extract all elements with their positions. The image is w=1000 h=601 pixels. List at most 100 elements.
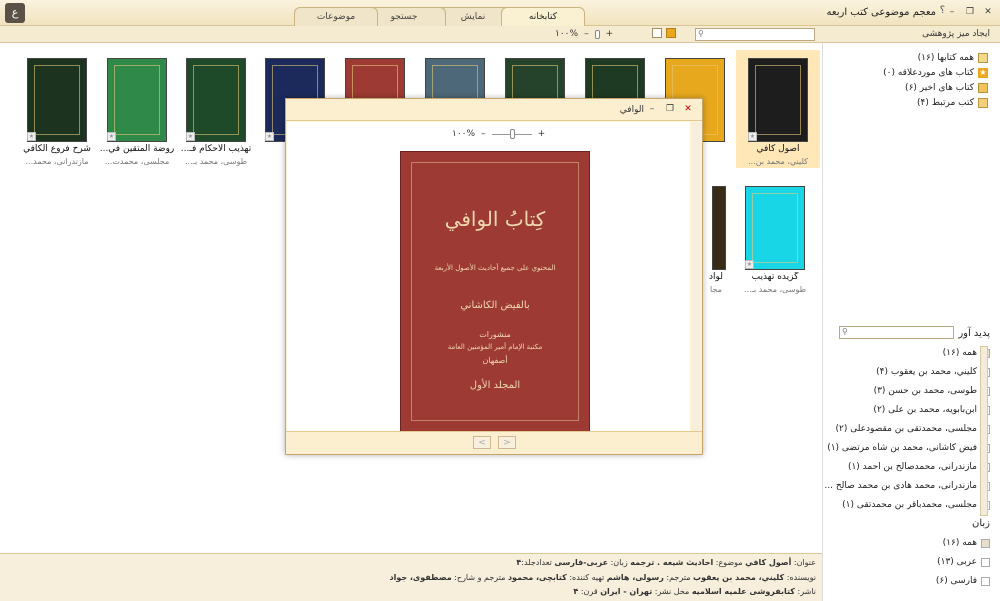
favorite-star-icon[interactable]: ★	[745, 260, 754, 269]
book-title: تهذيب الأحكام فـ...	[180, 144, 252, 154]
search-icon: ⚲	[842, 327, 848, 336]
book-item[interactable]: ★ أصول كافي كليني، محمد بن...	[736, 50, 820, 168]
dialog-close-icon[interactable]: ✕	[682, 103, 694, 115]
grid-view-icon[interactable]	[666, 28, 676, 38]
cover-publisher: مكتبة الإمام أمير المؤمنين العامة	[447, 343, 543, 351]
favorite-star-icon[interactable]: ★	[27, 132, 36, 141]
language-title: زبان	[971, 518, 990, 529]
zoom-value: ۱۰۰%	[555, 29, 579, 39]
book-cover	[712, 186, 726, 270]
search-icon: ⚲	[698, 29, 704, 38]
book-cover	[107, 58, 167, 142]
book-title: روضة المتقين في...	[99, 144, 175, 154]
author-item[interactable]: مازندرانی، محمد هادی بن محمد صالح ...	[824, 481, 990, 491]
book-title: گزيده تهذيب	[751, 272, 799, 282]
book-title: أصول كافي	[756, 144, 800, 154]
book-author: مازندرانی، محمد...	[25, 157, 89, 166]
cover-volume: المجلد الأول	[469, 380, 521, 391]
book-item[interactable]: ★ تهذيب الأحكام فـ... طوسی، محمد بـ...	[174, 50, 258, 168]
toolbar: ۱۰۰% – + ⚲ ایجاد میز پژوهشی	[0, 26, 1000, 43]
info-line-2: نویسنده: كليني، محمد بن يعقوب مترجم: رسو…	[389, 573, 816, 582]
info-line-1: عنوان: أصول كافي موضوع: احاديث شيعه . تر…	[516, 558, 816, 567]
book-item[interactable]: ★ گزيده تهذيب طوسی، محمد بـ...	[733, 178, 817, 296]
dialog-maximize-icon[interactable]: ❐	[664, 103, 676, 115]
sidebar-item-recent[interactable]: کتاب های اخیر (۶)	[905, 83, 988, 93]
sidebar-item-related[interactable]: کتب مرتبط (۴)	[917, 98, 988, 108]
favorite-star-icon[interactable]: ★	[265, 132, 274, 141]
main-tabs: کتابخانه نمایش جستجو موضوعات	[290, 7, 585, 26]
book-author: مجا	[710, 285, 722, 294]
minimize-icon[interactable]: –	[946, 6, 958, 18]
dialog-zoom-slider[interactable]	[491, 128, 532, 139]
book-item[interactable]: لواد مجا	[702, 178, 730, 296]
book-cover	[186, 58, 246, 142]
zoom-out-button[interactable]: –	[584, 29, 589, 39]
zoom-in-button[interactable]: +	[606, 29, 614, 39]
language-item[interactable]: فارسی (۶)	[936, 576, 990, 586]
dialog-zoom-value: ۱۰۰%	[452, 129, 476, 139]
language-item[interactable]: عربی (۱۳)	[937, 557, 990, 567]
author-item[interactable]: فيض كاشانی، محمد بن شاه مرتضی (۱)	[827, 443, 990, 453]
next-page-button[interactable]: >	[498, 436, 516, 449]
app-logo-icon: ع	[5, 3, 25, 23]
sidebar-item-favorites[interactable]: ★ کتاب های موردعلاقه (۰)	[883, 68, 988, 78]
title-bar: ع کتابخانه نمایش جستجو موضوعات ؟ معجم مو…	[0, 0, 1000, 26]
author-item[interactable]: كليني، محمد بن يعقوب (۴)	[876, 367, 990, 377]
favorite-star-icon[interactable]: ★	[107, 132, 116, 141]
dialog-zoom-control: ۱۰۰% – +	[452, 128, 546, 139]
book-cover	[748, 58, 808, 142]
authors-scrollbar[interactable]	[980, 346, 988, 516]
book-item[interactable]: ★ روضة المتقين في... مجلسی، محمدت...	[95, 50, 179, 168]
app-title: معجم موضوعی کتب اربعه	[826, 7, 936, 18]
dialog-zoom-in-button[interactable]: +	[538, 129, 546, 139]
close-icon[interactable]: ✕	[982, 6, 994, 18]
author-item[interactable]: مجلسی، محمدتقی بن مقصودعلی (۲)	[835, 424, 990, 434]
zoom-control: ۱۰۰% – +	[555, 29, 613, 39]
cover-subtitle: المحتوي على جميع أحاديث الأصول الأربعة	[434, 264, 556, 272]
author-item[interactable]: مازندرانی، محمدصالح بن احمد (۱)	[848, 462, 990, 472]
book-cover-image: كِتابُ الوافي المحتوي على جميع أحاديث ال…	[400, 151, 590, 432]
previous-page-button[interactable]: <	[473, 436, 491, 449]
author-item[interactable]: مجلسی، محمدباقر بن محمدتقی (۱)	[842, 500, 990, 510]
cover-city: أصفهان	[482, 356, 508, 365]
book-title: لواد	[709, 272, 723, 282]
book-author: طوسی، محمد بـ...	[184, 157, 247, 166]
book-cover	[745, 186, 805, 270]
author-item[interactable]: ابن‌بابويه، محمد بن علی (۲)	[873, 405, 990, 415]
dialog-zoom-handle[interactable]	[509, 128, 515, 139]
dialog-title-bar: الوافي – ❐ ✕	[286, 99, 702, 121]
favorite-star-icon[interactable]: ★	[748, 132, 757, 141]
help-icon[interactable]: ؟	[940, 5, 945, 16]
dialog-minimize-icon[interactable]: –	[646, 103, 658, 115]
list-view-icon[interactable]	[652, 28, 662, 38]
library-search-input[interactable]: ⚲	[695, 28, 815, 41]
book-cover	[27, 58, 87, 142]
book-preview-dialog: الوافي – ❐ ✕ ۱۰۰% – + كِتابُ الوافي المح…	[285, 98, 703, 455]
dialog-scrollbar[interactable]	[691, 122, 701, 431]
dialog-zoom-out-button[interactable]: –	[481, 129, 486, 139]
restore-icon[interactable]: ❐	[964, 6, 976, 18]
dialog-footer: < >	[286, 431, 702, 454]
favorite-star-icon[interactable]: ★	[186, 132, 195, 141]
book-icon	[978, 53, 988, 63]
tab-subjects[interactable]: موضوعات	[294, 7, 378, 26]
new-research-desk-button[interactable]: ایجاد میز پژوهشی	[922, 29, 990, 39]
author-item[interactable]: طوسی، محمد بن حسن (۳)	[874, 386, 990, 396]
cover-publisher-label: منشورات	[479, 330, 511, 339]
zoom-slider-handle[interactable]	[594, 29, 600, 39]
sidebar-item-all-books[interactable]: همه کتابها (۱۶)	[918, 53, 988, 63]
checkbox[interactable]	[981, 576, 990, 586]
tab-library[interactable]: کتابخانه	[501, 7, 585, 26]
book-item[interactable]: ★ شرح فروع الكافي مازندرانی، محمد...	[15, 50, 99, 168]
info-line-3: ناشر: كتابفروشی علميه اسلاميه محل نشر: ت…	[573, 587, 816, 596]
book-author: مجلسی، محمدت...	[104, 157, 170, 166]
dialog-body: ۱۰۰% – + كِتابُ الوافي المحتوي على جميع …	[287, 122, 690, 432]
author-search-input[interactable]: ⚲	[839, 326, 954, 339]
checkbox[interactable]	[981, 538, 990, 548]
language-item[interactable]: همه (۱۶)	[943, 538, 990, 548]
sidebar: همه کتابها (۱۶) ★ کتاب های موردعلاقه (۰)…	[822, 43, 1000, 601]
book-author: كليني، محمد بن...	[748, 157, 808, 166]
star-icon: ★	[978, 68, 988, 78]
checkbox[interactable]	[981, 557, 990, 567]
book-title: شرح فروع الكافي	[23, 144, 91, 154]
